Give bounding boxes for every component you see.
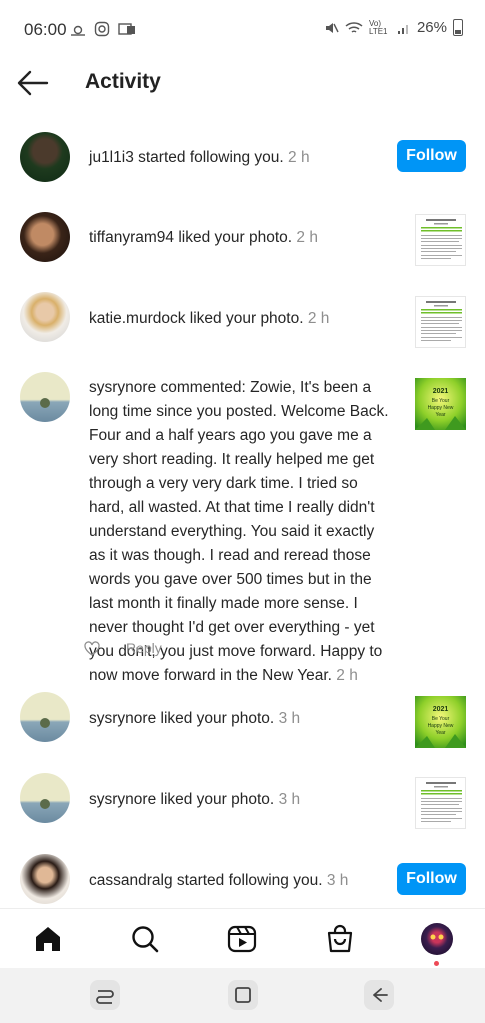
- comment-actions: Reply: [84, 640, 162, 656]
- svg-text:Be Your: Be Your: [432, 398, 450, 404]
- bottom-navigation: [0, 908, 485, 968]
- avatar[interactable]: [20, 692, 70, 742]
- avatar[interactable]: [20, 292, 70, 342]
- network-label: Vo) LTE1: [368, 18, 388, 36]
- avatar[interactable]: [20, 212, 70, 262]
- post-thumbnail-document[interactable]: [415, 777, 466, 829]
- svg-text:2021: 2021: [433, 706, 449, 713]
- username[interactable]: sysrynore: [89, 710, 156, 727]
- timestamp: 2 h: [307, 310, 330, 327]
- timestamp: 3 h: [326, 872, 349, 889]
- follow-button[interactable]: Follow: [397, 863, 466, 895]
- activity-item[interactable]: sysrynore liked your photo. 3 h: [0, 773, 485, 829]
- post-thumbnail-new-year[interactable]: 2021 Be Your Happy New Year: [415, 378, 466, 430]
- search-icon[interactable]: [129, 923, 161, 955]
- timestamp: 2 h: [336, 667, 358, 684]
- action-text: liked your photo.: [178, 229, 293, 246]
- username[interactable]: sysrynore: [89, 379, 156, 396]
- post-thumbnail-document[interactable]: [415, 214, 466, 266]
- system-navigation-bar: [0, 968, 485, 1023]
- timestamp: 3 h: [278, 791, 301, 808]
- action-text: started following you.: [138, 149, 284, 166]
- document-preview-icon: [416, 215, 465, 265]
- notification-dot: [434, 961, 439, 966]
- reels-icon[interactable]: [226, 923, 258, 955]
- svg-text:Happy New: Happy New: [428, 405, 454, 411]
- activity-text: cassandralg started following you. 3 h: [89, 869, 348, 893]
- back-arrow-icon[interactable]: [16, 68, 50, 98]
- activity-text: sysrynore liked your photo. 3 h: [89, 707, 300, 731]
- svg-text:2021: 2021: [433, 388, 449, 395]
- activity-text: katie.murdock liked your photo. 2 h: [89, 307, 329, 331]
- activity-text: sysrynore liked your photo. 3 h: [89, 788, 300, 812]
- wifi-icon: [345, 21, 363, 33]
- tree-silhouette-icon: [40, 718, 50, 728]
- avatar[interactable]: [20, 372, 70, 422]
- svg-text:Year: Year: [435, 730, 445, 736]
- status-right-icons: Vo) LTE1 26%: [323, 19, 463, 36]
- document-preview-icon: [416, 297, 465, 347]
- battery-icon: [453, 19, 463, 36]
- signal-icon: [397, 24, 408, 34]
- new-year-image: 2021 Be Your Happy New Year: [415, 696, 466, 748]
- mute-icon: [325, 22, 339, 33]
- home-icon[interactable]: [32, 923, 64, 955]
- action-text: started following you.: [176, 872, 323, 889]
- svg-text:Be Your: Be Your: [432, 716, 450, 722]
- svg-text:Happy New: Happy New: [428, 723, 454, 729]
- svg-text:Year: Year: [435, 412, 445, 418]
- document-preview-icon: [416, 778, 465, 828]
- tree-silhouette-icon: [40, 398, 50, 408]
- tree-silhouette-icon: [40, 799, 50, 809]
- post-thumbnail-new-year[interactable]: 2021 Be Your Happy New Year: [415, 696, 466, 748]
- back-icon[interactable]: [364, 980, 394, 1010]
- comment-body: commented: Zowie, It's been a long time …: [89, 379, 389, 684]
- message-icon: [118, 23, 135, 35]
- username[interactable]: sysrynore: [89, 791, 156, 808]
- activity-item[interactable]: ju1l1i3 started following you. 2 h Follo…: [0, 130, 485, 186]
- new-year-image: 2021 Be Your Happy New Year: [415, 378, 466, 430]
- timestamp: 3 h: [278, 710, 301, 727]
- avatar[interactable]: [20, 854, 70, 904]
- avatar[interactable]: [20, 773, 70, 823]
- battery-percent: 26%: [416, 19, 447, 36]
- recents-icon[interactable]: [90, 980, 120, 1010]
- follow-button[interactable]: Follow: [397, 140, 466, 172]
- timestamp: 2 h: [296, 229, 318, 246]
- timestamp: 2 h: [288, 149, 310, 166]
- shop-icon[interactable]: [324, 923, 356, 955]
- activity-item[interactable]: sysrynore liked your photo. 3 h 2021 Be …: [0, 692, 485, 748]
- activity-text: ju1l1i3 started following you. 2 h: [89, 146, 310, 170]
- action-text: liked your photo.: [189, 310, 304, 327]
- activity-item[interactable]: katie.murdock liked your photo. 2 h: [0, 292, 485, 348]
- instagram-notification-icon: [94, 21, 110, 37]
- action-text: liked your photo.: [160, 710, 275, 727]
- status-left-icons: [70, 21, 136, 37]
- username[interactable]: katie.murdock: [89, 310, 185, 327]
- status-bar: 06:00 Vo) LTE1 26%: [0, 0, 485, 60]
- activity-item[interactable]: tiffanyram94 liked your photo. 2 h: [0, 210, 485, 266]
- status-time: 06:00: [24, 20, 67, 39]
- avatar[interactable]: [20, 132, 70, 182]
- profile-face-icon: [430, 934, 444, 940]
- username[interactable]: ju1l1i3: [89, 149, 134, 166]
- profile-avatar[interactable]: [421, 923, 453, 955]
- weather-icon: [71, 25, 85, 36]
- home-square-icon[interactable]: [228, 980, 258, 1010]
- username[interactable]: tiffanyram94: [89, 229, 174, 246]
- activity-item[interactable]: cassandralg started following you. 3 h F…: [0, 854, 485, 906]
- page-title: Activity: [85, 70, 161, 93]
- reply-button[interactable]: Reply: [126, 640, 162, 656]
- action-text: liked your photo.: [160, 791, 275, 808]
- activity-header: Activity: [0, 60, 485, 106]
- post-thumbnail-document[interactable]: [415, 296, 466, 348]
- heart-icon[interactable]: [84, 640, 100, 656]
- activity-text: tiffanyram94 liked your photo. 2 h: [89, 226, 318, 250]
- username[interactable]: cassandralg: [89, 872, 173, 889]
